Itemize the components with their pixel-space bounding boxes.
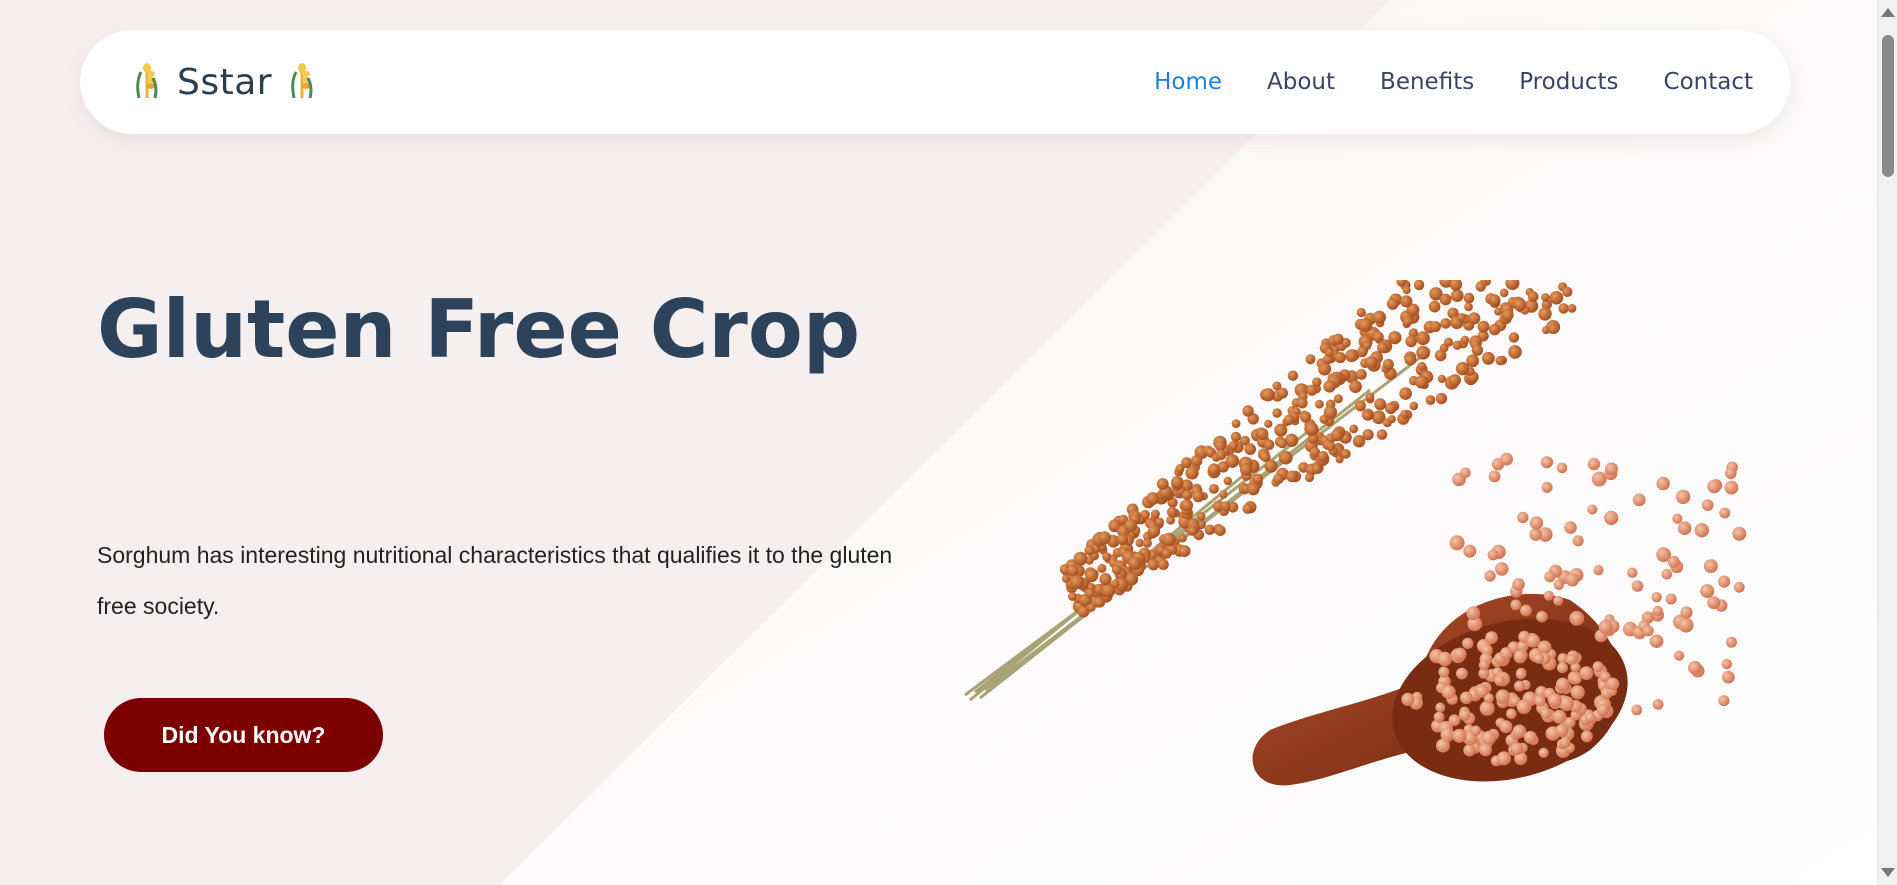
sorghum-grain-illustration [950,274,1770,825]
wheat-icon [288,60,316,105]
vertical-scrollbar[interactable] [1877,0,1897,885]
scroll-thumb[interactable] [1882,35,1894,177]
nav-link-home[interactable]: Home [1154,69,1222,95]
brand-name: Sstar [177,61,273,103]
nav-link-benefits[interactable]: Benefits [1380,69,1474,95]
nav-link-about[interactable]: About [1267,69,1335,95]
scroll-down-arrow-icon[interactable] [1881,868,1895,877]
wheat-icon [133,60,161,105]
nav-link-products[interactable]: Products [1519,69,1618,95]
did-you-know-button[interactable]: Did You know? [104,698,383,772]
brand-logo[interactable]: Sstar [133,60,316,105]
hero-description: Sorghum has interesting nutritional char… [97,542,893,619]
nav-link-contact[interactable]: Contact [1664,69,1753,95]
hero-title: Gluten Free Crop [97,283,861,376]
scroll-up-arrow-icon[interactable] [1881,8,1895,17]
nav-menu: Home About Benefits Products Contact [1154,69,1753,95]
navbar: Sstar Home About Benefits Products Conta… [80,30,1790,134]
